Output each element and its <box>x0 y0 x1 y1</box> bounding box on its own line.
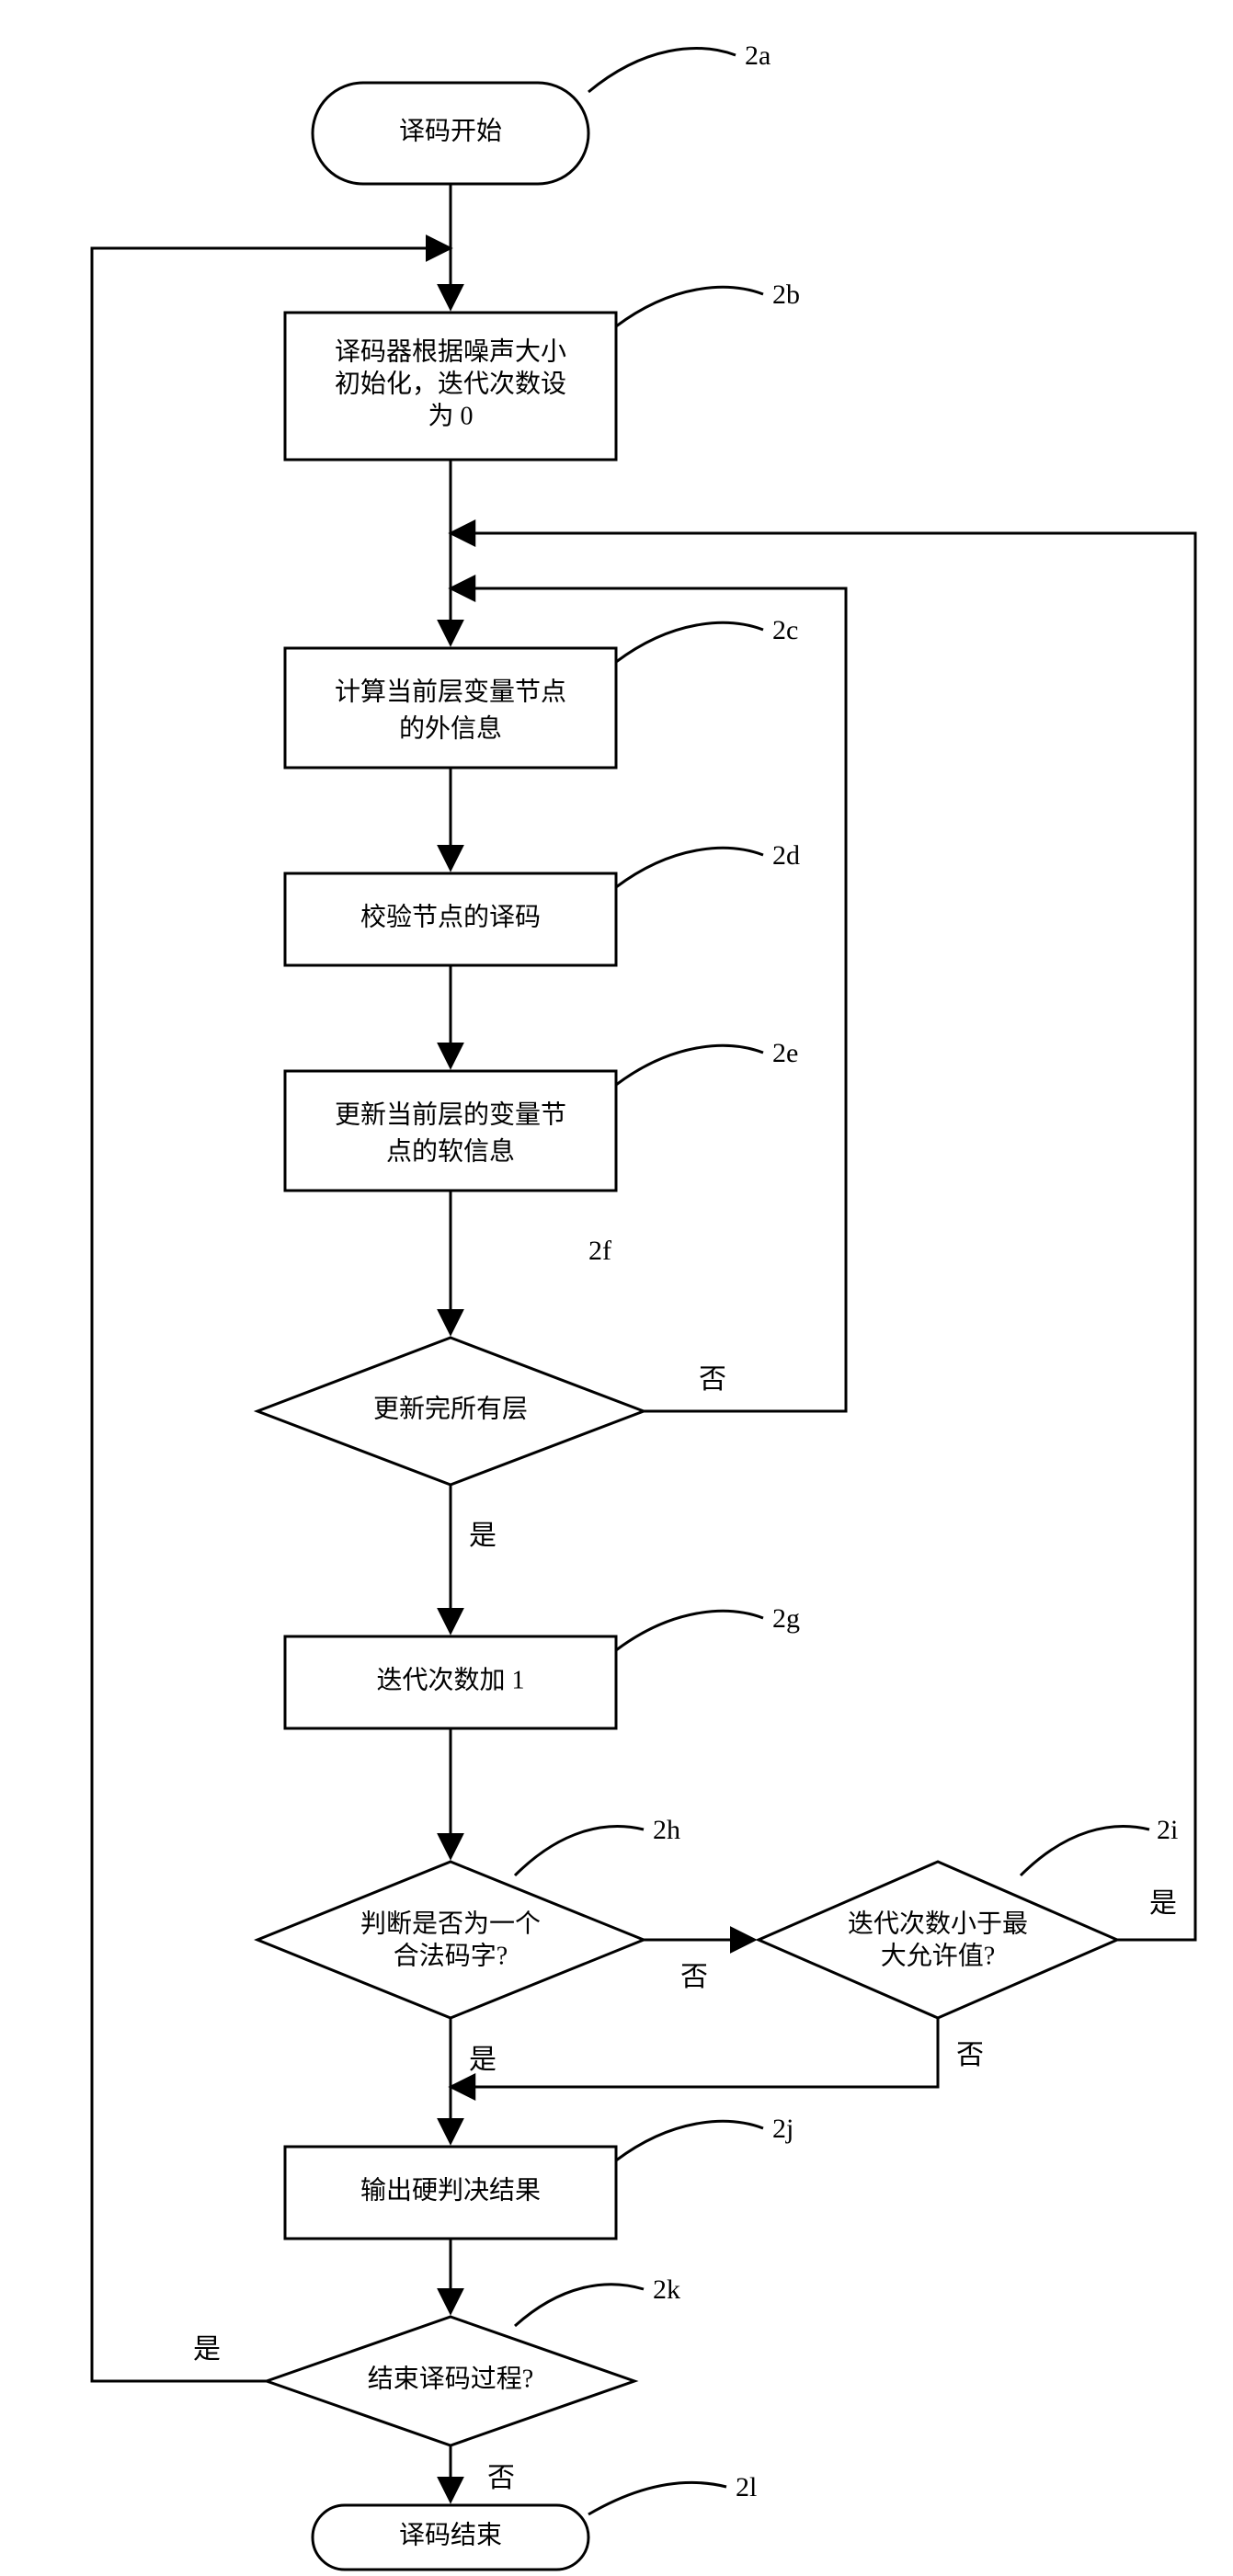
iter-tag: 2i <box>1157 1815 1178 1845</box>
all-layers-yes: 是 <box>469 1521 497 1551</box>
check-label: 校验节点的译码 <box>360 902 541 931</box>
edge-iter-no <box>451 2018 938 2087</box>
node-all-layers: 更新完所有层 <box>257 1338 644 1485</box>
update-tag: 2e <box>772 1038 798 1068</box>
end-label: 译码结束 <box>399 2520 502 2549</box>
endq-no: 否 <box>487 2463 515 2493</box>
init-line1: 译码器根据噪声大小 <box>335 336 566 366</box>
node-update-soft: 更新当前层的变量节 点的软信息 2e <box>285 1038 798 1191</box>
valid-line2: 合法码字? <box>394 1941 508 1970</box>
endq-yes: 是 <box>193 2334 221 2365</box>
node-end-decode-q: 结束译码过程? <box>267 2317 634 2445</box>
check-tag: 2d <box>772 840 800 871</box>
endq-label: 结束译码过程? <box>368 2364 533 2393</box>
all-layers-label: 更新完所有层 <box>373 1394 528 1423</box>
node-inc-iter: 迭代次数加 1 2g <box>285 1603 800 1728</box>
end-tag: 2l <box>736 2472 757 2502</box>
valid-tag: 2h <box>653 1815 680 1845</box>
edge-alllayers-no <box>451 588 846 1411</box>
valid-no: 否 <box>680 1962 708 1992</box>
start-label: 译码开始 <box>399 116 502 145</box>
iter-line2: 大允许值? <box>881 1941 995 1970</box>
inc-tag: 2g <box>772 1603 800 1634</box>
all-layers-no: 否 <box>699 1364 726 1395</box>
node-init: 译码器根据噪声大小 初始化，迭代次数设 为 0 2b <box>285 279 800 460</box>
update-line1: 更新当前层的变量节 <box>335 1100 566 1129</box>
calc-tag: 2c <box>772 615 798 645</box>
valid-yes: 是 <box>469 2045 497 2075</box>
node-end: 译码结束 2l <box>313 2472 757 2570</box>
valid-line1: 判断是否为一个 <box>360 1909 541 1938</box>
node-check-decode: 校验节点的译码 2d <box>285 840 800 965</box>
node-iter-lt-max: 迭代次数小于最 大允许值? 2i <box>759 1815 1178 2018</box>
iter-line1: 迭代次数小于最 <box>848 1909 1028 1938</box>
all-layers-tag: 2f <box>588 1236 611 1266</box>
endq-tag: 2k <box>653 2274 680 2305</box>
update-line2: 点的软信息 <box>386 1136 515 1166</box>
init-line2: 初始化，迭代次数设 <box>335 369 566 398</box>
init-line3: 为 0 <box>428 401 473 430</box>
calc-line2: 的外信息 <box>399 713 502 743</box>
edge-endq-yes <box>92 248 451 2381</box>
inc-label: 迭代次数加 1 <box>376 1665 524 1694</box>
node-start: 译码开始 2a <box>313 40 771 184</box>
init-tag: 2b <box>772 279 800 310</box>
node-valid-code: 判断是否为一个 合法码字? <box>257 1862 644 2018</box>
iter-yes: 是 <box>1149 1888 1177 1919</box>
start-tag: 2a <box>745 40 771 71</box>
output-tag: 2j <box>772 2114 793 2144</box>
output-label: 输出硬判决结果 <box>360 2175 541 2205</box>
calc-line1: 计算当前层变量节点 <box>335 677 566 706</box>
iter-no: 否 <box>956 2040 984 2070</box>
node-output-hard: 输出硬判决结果 2j <box>285 2114 793 2239</box>
node-calc-ext: 计算当前层变量节点 的外信息 2c <box>285 615 798 768</box>
